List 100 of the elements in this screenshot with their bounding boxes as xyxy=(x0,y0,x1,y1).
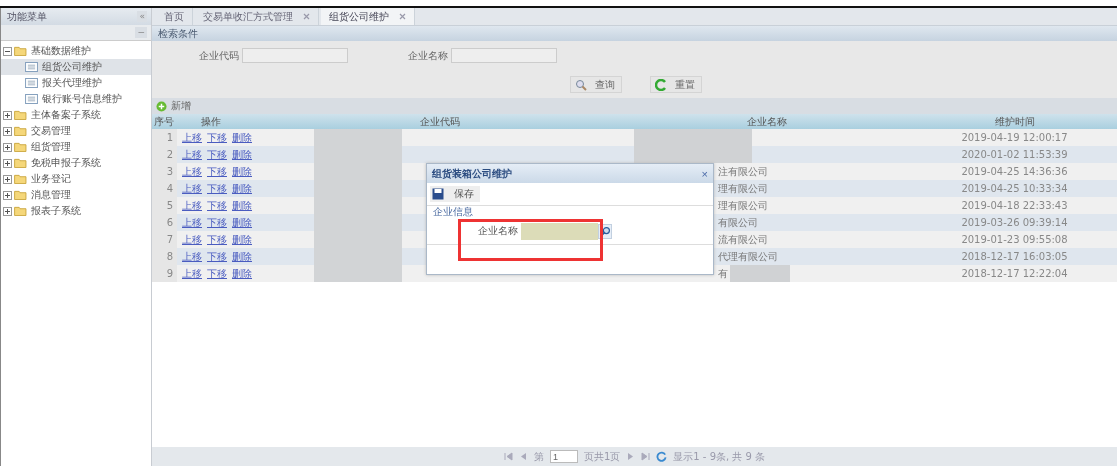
reset-button[interactable]: 重置 xyxy=(650,76,702,93)
row-number: 4 xyxy=(152,180,177,197)
action-link[interactable]: 下移 xyxy=(207,164,227,179)
tab[interactable]: 组货公司维护 xyxy=(321,8,415,25)
action-link[interactable]: 删除 xyxy=(232,266,252,281)
tree-item[interactable]: 报表子系统 xyxy=(1,203,151,219)
fieldset-legend: 企业信息 xyxy=(433,206,473,217)
action-link[interactable]: 上移 xyxy=(182,147,202,162)
tree-item[interactable]: 主体备案子系统 xyxy=(1,107,151,123)
row-number: 9 xyxy=(152,265,177,282)
action-link[interactable]: 下移 xyxy=(207,147,227,162)
collapse-button[interactable]: « xyxy=(137,11,147,22)
action-link[interactable]: 删除 xyxy=(232,198,252,213)
action-link[interactable]: 上移 xyxy=(182,266,202,281)
add-button[interactable]: 新增 xyxy=(156,99,191,113)
table-cell-text: 2020-01-02 11:53:39 xyxy=(960,148,1069,162)
expander-icon[interactable] xyxy=(3,206,12,216)
row-number: 7 xyxy=(152,231,177,248)
last-page-icon[interactable] xyxy=(641,452,651,461)
action-link[interactable]: 删除 xyxy=(232,164,252,179)
expander-icon[interactable] xyxy=(3,126,12,136)
action-link[interactable]: 上移 xyxy=(182,198,202,213)
refresh-icon[interactable] xyxy=(656,451,668,462)
tree-item[interactable]: 报关代理维护 xyxy=(1,75,151,91)
search-icon xyxy=(575,78,587,91)
action-link[interactable]: 下移 xyxy=(207,249,227,264)
first-page-icon[interactable] xyxy=(503,452,513,461)
action-link[interactable]: 下移 xyxy=(207,130,227,145)
close-icon[interactable] xyxy=(303,13,310,20)
field-label: 企业名称 xyxy=(478,224,518,238)
folder-icon xyxy=(14,174,27,184)
table-cell-text: 2018-12-17 16:03:05 xyxy=(960,250,1069,264)
redacted-block xyxy=(730,265,790,282)
folder-icon xyxy=(14,110,27,120)
action-link[interactable]: 下移 xyxy=(207,181,227,196)
expander-icon[interactable] xyxy=(3,190,12,200)
sidebar-title: 功能菜单 xyxy=(7,9,47,24)
action-link[interactable]: 删除 xyxy=(232,232,252,247)
action-link[interactable]: 上移 xyxy=(182,249,202,264)
tree-item[interactable]: 业务登记 xyxy=(1,171,151,187)
action-link[interactable]: 下移 xyxy=(207,198,227,213)
action-link[interactable]: 下移 xyxy=(207,215,227,230)
close-icon[interactable] xyxy=(399,13,406,20)
action-link[interactable]: 删除 xyxy=(232,181,252,196)
field-label: 企业代码 xyxy=(199,48,239,63)
row-number: 1 xyxy=(152,129,177,146)
tree-item[interactable]: 交易管理 xyxy=(1,123,151,139)
action-link[interactable]: 上移 xyxy=(182,130,202,145)
action-link[interactable]: 删除 xyxy=(232,130,252,145)
tree-item[interactable]: 免税申报子系统 xyxy=(1,155,151,171)
table-cell: 流有限公司 xyxy=(718,232,768,247)
table-cell: 理有限公司 xyxy=(718,198,768,213)
expander-icon[interactable] xyxy=(3,142,12,152)
action-link[interactable]: 删除 xyxy=(232,147,252,162)
page-label: 第 xyxy=(533,449,544,464)
table-cell-text: 2019-04-18 22:33:43 xyxy=(960,199,1069,213)
refresh-icon xyxy=(655,78,667,91)
tab[interactable]: 首页 xyxy=(156,8,193,25)
field-label: 企业名称 xyxy=(408,48,448,63)
table-cell: 代理有限公司 xyxy=(718,249,778,264)
previous-page-icon[interactable] xyxy=(518,452,528,461)
folder-icon xyxy=(14,46,27,56)
folder-icon xyxy=(14,206,27,216)
tab[interactable]: 交易单收汇方式管理 xyxy=(195,8,319,25)
page-field[interactable]: 1 xyxy=(549,450,578,463)
panel-title: 检索条件 xyxy=(158,26,198,41)
tree-item[interactable]: 银行账号信息维护 xyxy=(1,91,151,107)
expander-icon[interactable] xyxy=(3,110,12,120)
table-cell-text: 2018-12-17 12:22:04 xyxy=(960,267,1069,281)
expander-icon[interactable] xyxy=(3,174,12,184)
row-number: 6 xyxy=(152,214,177,231)
row-number: 8 xyxy=(152,248,177,265)
column-header: 序号 xyxy=(153,114,175,129)
folder-icon xyxy=(14,190,27,200)
tree-item[interactable]: 基础数据维护 xyxy=(1,43,151,59)
input-field[interactable] xyxy=(451,48,557,63)
next-page-icon[interactable] xyxy=(626,452,636,461)
input-field[interactable] xyxy=(242,48,348,63)
close-button[interactable]: × xyxy=(701,167,708,180)
action-link[interactable]: 上移 xyxy=(182,181,202,196)
save-button[interactable]: 保存 xyxy=(430,186,480,202)
row-number: 5 xyxy=(152,197,177,214)
expander-icon[interactable] xyxy=(3,46,12,56)
search-button[interactable]: 查询 xyxy=(570,76,622,93)
action-link[interactable]: 下移 xyxy=(207,232,227,247)
table-cell: 理有限公司 xyxy=(718,181,768,196)
action-link[interactable]: 删除 xyxy=(232,215,252,230)
tree-item[interactable]: 组货管理 xyxy=(1,139,151,155)
action-link[interactable]: 删除 xyxy=(232,249,252,264)
tree-item[interactable]: 组货公司维护 xyxy=(1,59,151,75)
action-link[interactable]: 下移 xyxy=(207,266,227,281)
column-header: 维护时间 xyxy=(993,114,1036,129)
pager-info: 显示1 - 9条, 共 9 条 xyxy=(673,449,766,464)
expander-icon[interactable] xyxy=(3,158,12,168)
action-link[interactable]: 上移 xyxy=(182,164,202,179)
input-field[interactable] xyxy=(521,222,598,240)
tree-item[interactable]: 消息管理 xyxy=(1,187,151,203)
action-link[interactable]: 上移 xyxy=(182,232,202,247)
add-icon xyxy=(156,100,167,112)
action-link[interactable]: 上移 xyxy=(182,215,202,230)
